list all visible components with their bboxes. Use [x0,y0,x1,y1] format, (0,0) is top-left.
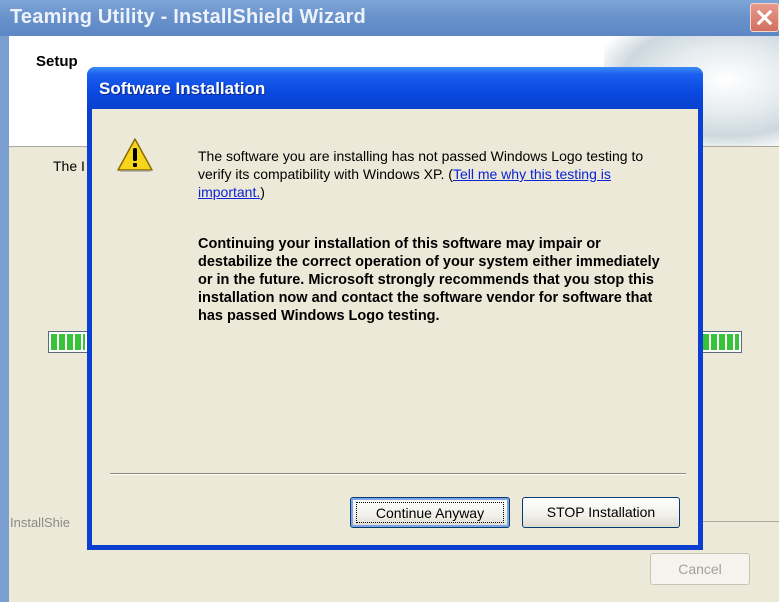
continue-anyway-button[interactable]: Continue Anyway [350,497,510,528]
stop-installation-button[interactable]: STOP Installation [522,497,680,528]
dialog-separator [110,473,686,475]
warning-message: Continuing your installation of this sof… [198,236,660,324]
dialog-title: Software Installation [99,79,266,98]
progress-fill [51,334,85,350]
warning-icon [117,138,153,172]
dialog-body: The software you are installing has not … [92,109,698,545]
wizard-body-text: The I [53,158,85,174]
wizard-title-bar[interactable]: Teaming Utility - InstallShield Wizard [0,0,779,36]
progress-bar-right [700,331,742,353]
footer-separator [690,521,779,522]
compatibility-message: The software you are installing has not … [198,147,668,201]
message-text-end: ) [260,184,265,200]
dialog-title-bar[interactable]: Software Installation [87,67,703,109]
wizard-title: Teaming Utility - InstallShield Wizard [10,6,366,28]
progress-bar-left [48,331,88,353]
close-icon[interactable] [750,3,779,32]
wizard-header-title: Setup [36,53,78,70]
cancel-button[interactable]: Cancel [650,553,750,585]
software-installation-dialog: Software Installation The software you a… [87,67,703,550]
continue-anyway-label: Continue Anyway [356,502,504,523]
installshield-brand: InstallShie [10,515,70,530]
progress-fill [703,334,739,350]
wizard-left-border [0,36,9,602]
